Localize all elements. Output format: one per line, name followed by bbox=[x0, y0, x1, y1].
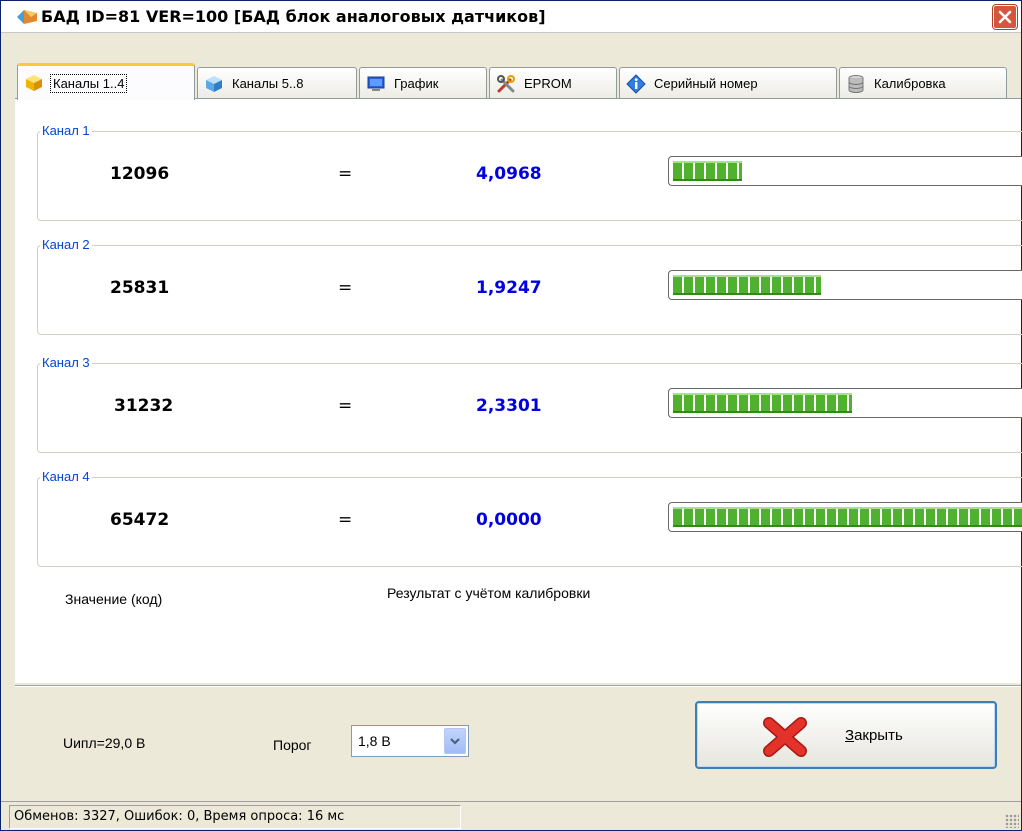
equals-sign: = bbox=[338, 396, 353, 416]
tab-graph[interactable]: График bbox=[359, 67, 487, 99]
channel-code: 12096 bbox=[110, 164, 170, 184]
tab-label: Каналы 5..8 bbox=[232, 76, 304, 91]
close-button-label: Закрыть bbox=[845, 727, 903, 744]
progress-fill bbox=[673, 275, 821, 295]
close-button[interactable]: Закрыть bbox=[695, 701, 997, 769]
channel-value: 2,3301 bbox=[476, 396, 542, 416]
tab-calibration[interactable]: Калибровка bbox=[839, 67, 1007, 99]
tools-icon bbox=[497, 74, 515, 92]
channel-title: Канал 3 bbox=[40, 355, 92, 370]
resize-grip[interactable] bbox=[1005, 814, 1019, 828]
app-window: БАД ID=81 VER=100 [БАД блок аналоговых д… bbox=[0, 0, 1022, 831]
tab-channels-1-4[interactable]: Каналы 1..4 bbox=[17, 63, 195, 100]
tab-label: Серийный номер bbox=[654, 76, 758, 91]
channel-progress-bar bbox=[668, 156, 1022, 186]
tab-label: Калибровка bbox=[874, 76, 946, 91]
tab-strip: Каналы 1..4 Каналы 5..8 График EPROM Сер… bbox=[1, 63, 1007, 100]
channel-progress-bar bbox=[668, 270, 1022, 300]
progress-fill bbox=[673, 393, 852, 413]
chevron-down-icon bbox=[450, 738, 460, 745]
channel-title: Канал 4 bbox=[40, 469, 92, 484]
tab-label: График bbox=[394, 76, 439, 91]
tab-page-channels: Канал 1 12096 = 4,0968 Канал 2 25831 = 1… bbox=[15, 99, 1022, 683]
tab-label: EPROM bbox=[524, 76, 572, 91]
status-text: Обменов: 3327, Ошибок: 0, Время опроса: … bbox=[9, 805, 461, 829]
equals-sign: = bbox=[338, 278, 353, 298]
channel-group-4: Канал 4 65472 = 0,0000 bbox=[37, 469, 1022, 567]
channel-value: 4,0968 bbox=[476, 164, 542, 184]
monitor-icon bbox=[367, 76, 385, 91]
channel-group-3: Канал 3 31232 = 2,3301 bbox=[37, 355, 1022, 453]
database-icon bbox=[848, 74, 864, 93]
channel-code: 25831 bbox=[110, 278, 170, 298]
cube-yellow-icon bbox=[26, 75, 42, 91]
threshold-value: 1,8 В bbox=[358, 733, 391, 749]
title-bar[interactable]: БАД ID=81 VER=100 [БАД блок аналоговых д… bbox=[1, 1, 1021, 33]
channel-code: 65472 bbox=[110, 510, 170, 530]
channel-progress-bar bbox=[668, 388, 1022, 418]
tab-serial-number[interactable]: Серийный номер bbox=[619, 67, 837, 99]
channel-code: 31232 bbox=[114, 396, 174, 416]
threshold-select[interactable]: 1,8 В bbox=[351, 725, 469, 757]
cube-blue-icon bbox=[206, 75, 222, 92]
result-caption: Результат с учётом калибровки bbox=[387, 585, 591, 601]
channel-value: 1,9247 bbox=[476, 278, 542, 298]
dropdown-button[interactable] bbox=[444, 728, 466, 754]
window-title: БАД ID=81 VER=100 [БАД блок аналоговых д… bbox=[41, 7, 546, 26]
threshold-label: Порог bbox=[273, 737, 312, 753]
channel-progress-bar bbox=[668, 502, 1022, 532]
info-icon bbox=[626, 73, 646, 94]
tab-label: Каналы 1..4 bbox=[50, 73, 128, 93]
channel-value: 0,0000 bbox=[476, 510, 542, 530]
close-x-icon bbox=[763, 717, 807, 757]
channel-group-1: Канал 1 12096 = 4,0968 bbox=[37, 123, 1022, 221]
tab-eprom[interactable]: EPROM bbox=[489, 67, 617, 99]
status-bar: Обменов: 3327, Ошибок: 0, Время опроса: … bbox=[1, 801, 1021, 830]
channel-title: Канал 1 bbox=[40, 123, 92, 138]
channel-title: Канал 2 bbox=[40, 237, 92, 252]
app-icon bbox=[17, 10, 37, 24]
window-close-button[interactable] bbox=[993, 5, 1017, 29]
tab-channels-5-8[interactable]: Каналы 5..8 bbox=[197, 67, 357, 99]
equals-sign: = bbox=[338, 510, 353, 530]
progress-fill bbox=[673, 507, 1022, 527]
supply-voltage-label: Uипл=29,0 В bbox=[63, 735, 146, 751]
equals-sign: = bbox=[338, 164, 353, 184]
channel-group-2: Канал 2 25831 = 1,9247 bbox=[37, 237, 1022, 335]
code-caption: Значение (код) bbox=[65, 591, 163, 607]
close-icon bbox=[998, 10, 1012, 24]
progress-fill bbox=[673, 161, 743, 181]
bottom-separator bbox=[15, 685, 1021, 687]
